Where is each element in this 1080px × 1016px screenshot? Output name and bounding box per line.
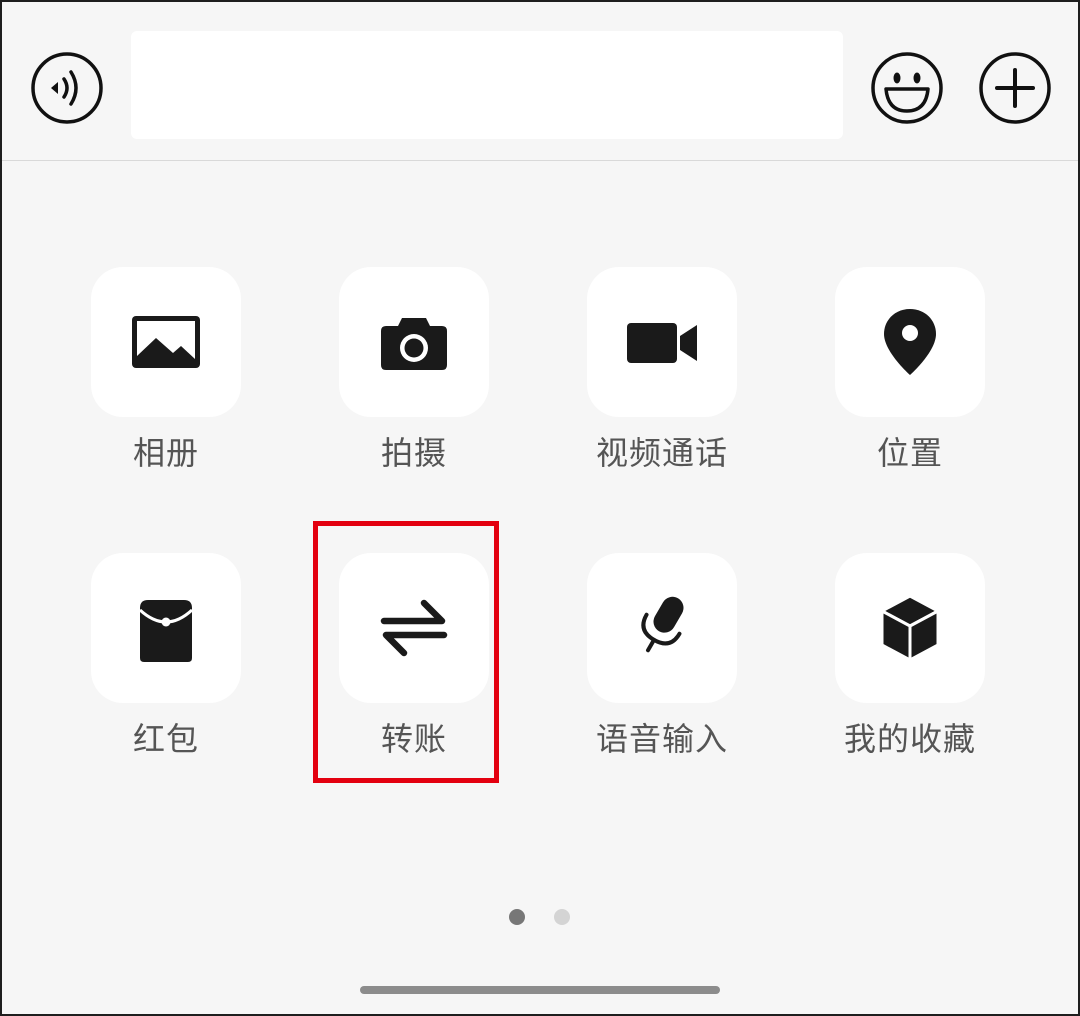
transfer-icon — [380, 599, 448, 657]
video-call-icon — [627, 323, 697, 363]
home-indicator[interactable] — [360, 986, 720, 994]
voice-icon — [31, 52, 103, 124]
action-tile[interactable] — [91, 553, 241, 703]
voice-input-button[interactable] — [30, 51, 104, 125]
red-packet-icon — [138, 600, 194, 662]
action-tile[interactable] — [835, 267, 985, 417]
action-location[interactable]: 位置 — [820, 267, 1000, 473]
microphone-icon — [641, 596, 684, 653]
action-label: 语音输入 — [595, 720, 728, 758]
camera-icon — [381, 318, 447, 370]
location-icon — [884, 309, 936, 375]
favorites-icon — [880, 594, 940, 662]
action-label: 相册 — [132, 434, 199, 472]
action-tile[interactable] — [339, 267, 489, 417]
page-dot[interactable] — [554, 909, 570, 925]
action-tile[interactable] — [587, 553, 737, 703]
more-button[interactable] — [978, 51, 1052, 125]
input-bar-divider — [2, 160, 1078, 161]
action-label: 我的收藏 — [843, 720, 976, 758]
action-camera[interactable]: 拍摄 — [324, 267, 504, 473]
action-video-call[interactable]: 视频通话 — [572, 267, 752, 473]
action-label: 视频通话 — [595, 434, 728, 472]
action-red-packet[interactable]: 红包 — [76, 553, 256, 759]
action-voice-input[interactable]: 语音输入 — [572, 553, 752, 759]
message-input[interactable] — [131, 31, 843, 139]
action-label: 拍摄 — [380, 434, 447, 472]
action-favorites[interactable]: 我的收藏 — [820, 553, 1000, 759]
album-icon — [132, 316, 200, 368]
action-label: 位置 — [876, 434, 943, 472]
action-label: 转账 — [380, 720, 447, 758]
action-tile[interactable] — [91, 267, 241, 417]
action-transfer[interactable]: 转账 — [324, 553, 504, 759]
action-label: 红包 — [132, 720, 199, 758]
emoji-button[interactable] — [870, 51, 944, 125]
page-dot-active[interactable] — [509, 909, 525, 925]
page-indicator — [509, 909, 570, 925]
action-album[interactable]: 相册 — [76, 267, 256, 473]
plus-icon — [979, 52, 1051, 124]
emoji-icon — [871, 52, 943, 124]
chat-input-panel: 相册 拍摄 视频通话 位置 红包 转账 语音输入 我的收藏 — [0, 0, 1080, 1016]
action-tile[interactable] — [835, 553, 985, 703]
action-tile[interactable] — [339, 553, 489, 703]
action-tile[interactable] — [587, 267, 737, 417]
